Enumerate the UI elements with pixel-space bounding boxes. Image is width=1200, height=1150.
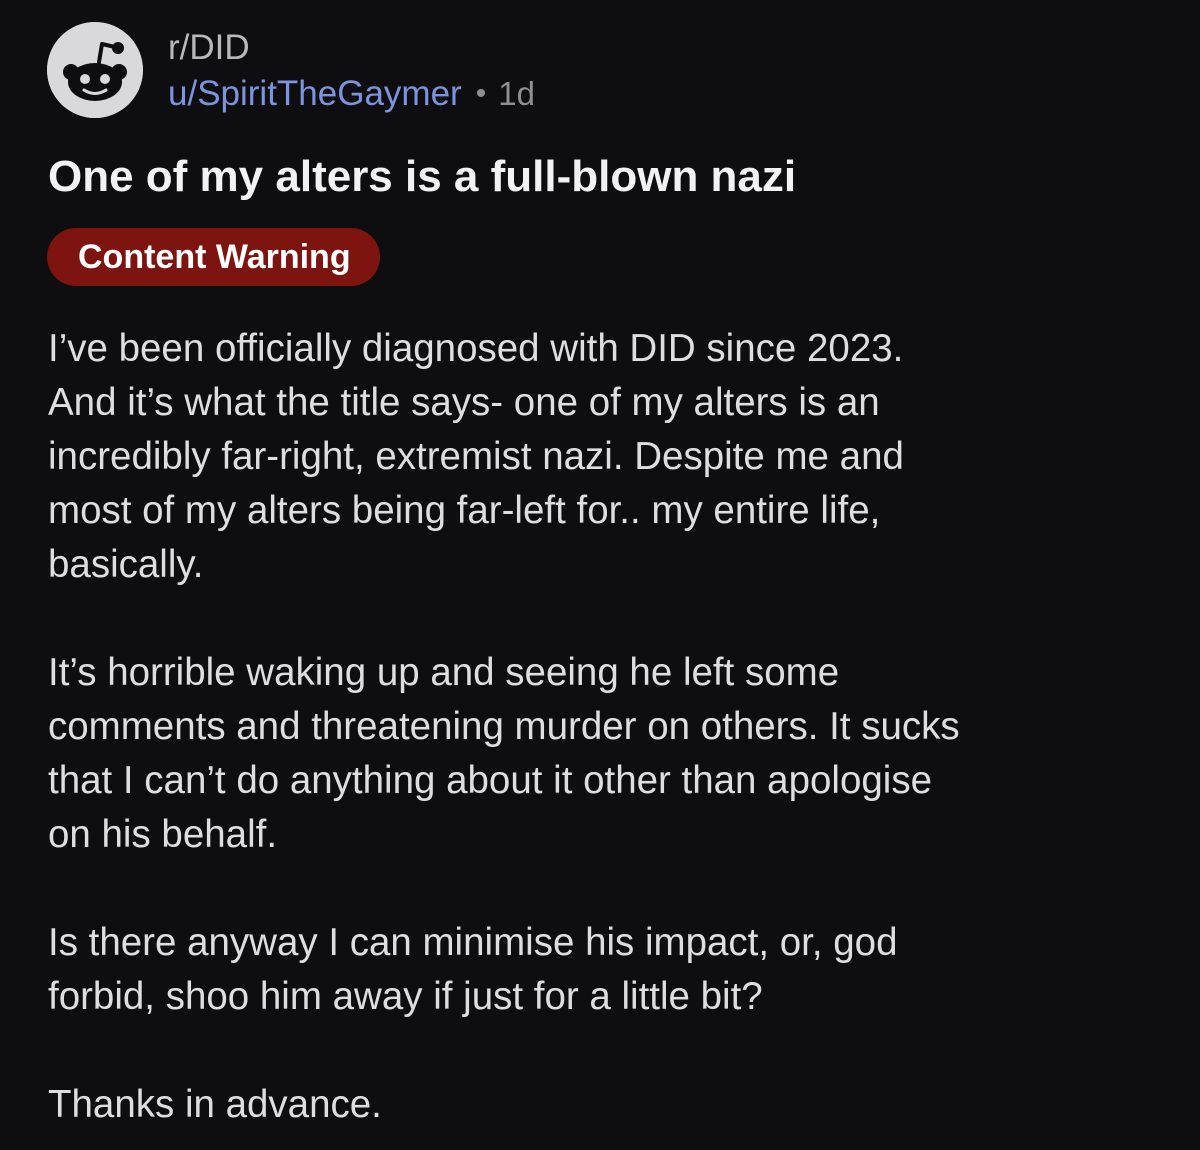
author-link[interactable]: u/SpiritTheGaymer	[168, 74, 462, 114]
body-line: comments and threatening murder on other…	[48, 705, 960, 748]
post-age: 1d	[498, 75, 535, 112]
body-paragraph: Is there anyway I can minimise his impac…	[48, 916, 1168, 1024]
subreddit-link[interactable]: r/DID	[168, 28, 535, 68]
body-line: And it’s what the title says- one of my …	[48, 381, 880, 424]
body-paragraph: I’ve been officially diagnosed with DID …	[48, 322, 1168, 592]
body-line: on his behalf.	[48, 813, 278, 856]
post-detail: r/DID u/SpiritTheGaymer • 1d One of my a…	[0, 0, 1200, 1150]
body-line: most of my alters being far-left for.. m…	[48, 489, 881, 532]
post-title[interactable]: One of my alters is a full-blown nazi	[48, 150, 796, 204]
body-paragraph: Thanks in advance.	[48, 1078, 1168, 1132]
body-line: It’s horrible waking up and seeing he le…	[48, 651, 840, 694]
body-line: that I can’t do anything about it other …	[48, 759, 932, 802]
body-paragraph: It’s horrible waking up and seeing he le…	[48, 646, 1168, 862]
author-line: u/SpiritTheGaymer • 1d	[168, 74, 535, 114]
body-line: Is there anyway I can minimise his impac…	[48, 921, 898, 964]
body-line: I’ve been officially diagnosed with DID …	[48, 327, 904, 370]
post-meta: r/DID u/SpiritTheGaymer • 1d	[168, 28, 535, 114]
body-line: basically.	[48, 543, 204, 586]
post-body: I’ve been officially diagnosed with DID …	[48, 322, 1168, 1132]
content-warning-flair[interactable]: Content Warning	[47, 228, 380, 286]
meta-separator: •	[475, 77, 487, 110]
body-line: forbid, shoo him away if just for a litt…	[48, 975, 763, 1018]
body-line: Thanks in advance.	[48, 1083, 382, 1126]
body-line: incredibly far-right, extremist nazi. De…	[48, 435, 904, 478]
reddit-snoo-icon	[47, 22, 143, 118]
subreddit-avatar[interactable]	[47, 22, 143, 118]
